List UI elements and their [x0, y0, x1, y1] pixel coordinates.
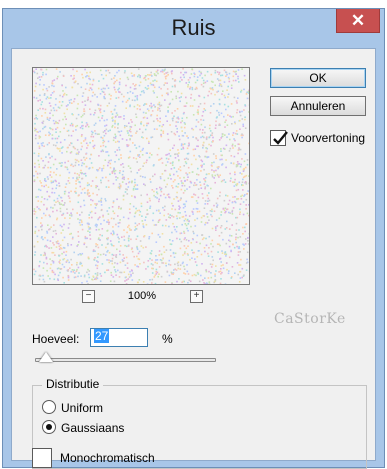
- amount-value: 27: [94, 329, 109, 343]
- watermark-logo: CaStorKe: [274, 311, 346, 327]
- noise-dialog: Ruis ✕ − 100% + OK Annuleren Voorvertoni…: [2, 8, 385, 468]
- distribution-legend: Distributie: [42, 377, 103, 391]
- gaussian-label: Gaussiaans: [61, 421, 124, 435]
- background-strip: [0, 0, 387, 8]
- checkmark-icon: [271, 130, 289, 148]
- dialog-title: Ruis: [3, 15, 384, 41]
- zoom-out-button[interactable]: −: [82, 290, 95, 303]
- close-icon: ✕: [351, 11, 365, 31]
- gaussian-radio[interactable]: [42, 420, 56, 434]
- noise-pattern: [33, 68, 249, 284]
- amount-label: Hoeveel:: [32, 332, 79, 346]
- ok-button[interactable]: OK: [270, 68, 366, 88]
- zoom-controls: − 100% +: [82, 290, 202, 304]
- minus-icon: −: [86, 290, 92, 301]
- close-button[interactable]: ✕: [336, 9, 380, 33]
- uniform-radio[interactable]: [42, 400, 56, 414]
- cancel-button[interactable]: Annuleren: [270, 96, 366, 116]
- amount-slider-track[interactable]: [35, 358, 216, 362]
- title-bar[interactable]: Ruis ✕: [3, 9, 384, 47]
- monochrome-checkbox[interactable]: [32, 448, 52, 468]
- preview-checkbox[interactable]: [270, 130, 286, 146]
- preview-label: Voorvertoning: [291, 131, 365, 145]
- amount-slider-thumb[interactable]: [39, 352, 53, 362]
- monochrome-label: Monochromatisch: [60, 451, 155, 465]
- zoom-in-button[interactable]: +: [190, 290, 203, 303]
- dialog-body: − 100% + OK Annuleren Voorvertoning CaSt…: [11, 48, 376, 461]
- uniform-label: Uniform: [61, 401, 103, 415]
- zoom-level: 100%: [107, 290, 177, 302]
- amount-input[interactable]: 27: [90, 328, 148, 347]
- noise-preview[interactable]: [32, 67, 250, 285]
- amount-unit: %: [162, 332, 173, 346]
- plus-icon: +: [194, 290, 200, 301]
